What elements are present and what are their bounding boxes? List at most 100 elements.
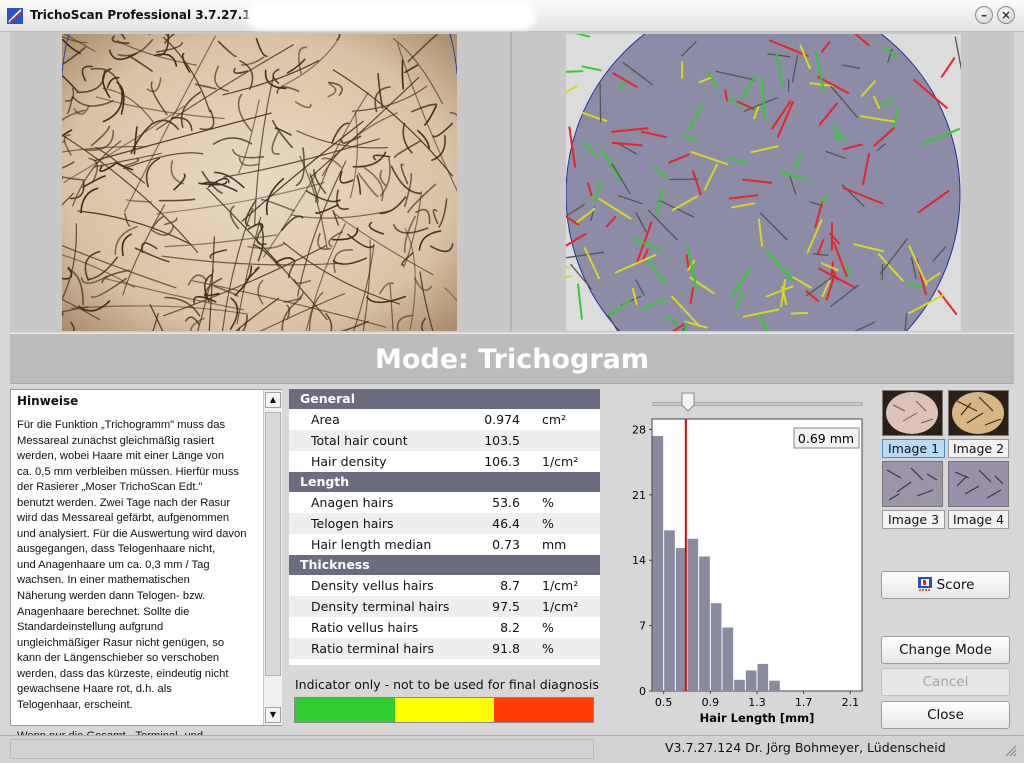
x-tick-label: 1.7 (795, 696, 813, 709)
x-tick-label: 2.1 (842, 696, 860, 709)
redacted-title-region (246, 2, 536, 30)
row-unit: mm (542, 537, 567, 552)
thumbnail-button-3[interactable]: Image 3 (882, 510, 945, 529)
hints-line: Anagenhaare berechnet. Sollte die (17, 605, 190, 618)
hints-line: und Anagenhaare um ca. 0,3 mm / Tag (17, 558, 210, 571)
histogram-bar (664, 530, 675, 691)
hints-line: Standardeinstellung aufgrund (17, 621, 164, 634)
row-label: Hair length median (311, 537, 432, 552)
row-label: Ratio vellus hairs (311, 620, 419, 635)
y-tick-label: 14 (632, 554, 646, 567)
scroll-thumb[interactable] (265, 412, 281, 676)
indicator-label: Indicator only - not to be used for fina… (295, 677, 599, 692)
minimize-button[interactable]: – (975, 6, 993, 24)
scroll-up-button[interactable]: ▲ (265, 392, 281, 408)
hints-line: gewachsene Haare rot, d.h. als (17, 683, 172, 696)
y-tick-label: 28 (632, 423, 646, 436)
title-bar: TrichoScan Professional 3.7.27.12 – × (0, 0, 1024, 32)
histogram-bar (769, 680, 780, 691)
row-unit: % (542, 495, 554, 510)
hair-strand (401, 59, 405, 90)
score-icon (917, 577, 932, 591)
thumbnail-button-1[interactable]: Image 1 (882, 439, 945, 458)
hints-line: wachsen. In einer mathematischen (17, 574, 190, 587)
hints-line: wird das Messareal gefärbt, aufgenommen (17, 512, 230, 525)
length-slider-thumb[interactable] (681, 392, 695, 412)
detected-hair (599, 83, 602, 123)
thumbnail-image-3[interactable] (882, 461, 943, 507)
hints-line: Näherung werden dann Telogen- bzw. (17, 590, 206, 603)
hints-line (17, 713, 265, 729)
hints-scrollbar[interactable]: ▲ ▼ (263, 390, 282, 725)
hints-line: Telogenhaar, erscheint. (17, 698, 133, 711)
histogram-bar (699, 556, 710, 691)
analyzed-scalp-image (566, 34, 961, 331)
resize-grip-icon[interactable] (1004, 744, 1018, 758)
cancel-button[interactable]: Cancel (881, 668, 1010, 696)
histogram-bar (745, 670, 757, 691)
status-text: V3.7.27.124 Dr. Jörg Bohmeyer, Lüdensche… (665, 740, 946, 755)
change-mode-button[interactable]: Change Mode (881, 636, 1010, 664)
close-window-button[interactable]: × (997, 6, 1015, 24)
table-row: Hair length median 0.73 mm (289, 534, 600, 555)
x-axis-label: Hair Length [mm] (700, 711, 815, 725)
mode-banner: Mode: Trichogram (10, 333, 1014, 384)
hints-line: Für die Funktion „Trichogramm" muss das (17, 419, 226, 431)
hints-line: benutzt werden. Zwei Tage nach der Rasur (17, 496, 231, 509)
status-bar: V3.7.27.124 Dr. Jörg Bohmeyer, Lüdensche… (0, 735, 1024, 763)
histogram-bar (722, 627, 734, 691)
hints-line: Messareal zunächst gleichmäßig rasiert (17, 434, 215, 447)
histogram-bar (757, 663, 769, 691)
y-tick-label: 21 (632, 489, 646, 502)
score-label: Score (936, 577, 975, 593)
close-button[interactable]: Close (881, 701, 1010, 729)
row-unit: % (542, 620, 554, 635)
indicator-green (295, 698, 395, 722)
mode-title: Mode: Trichogram (374, 344, 650, 375)
raw-scalp-image (62, 34, 457, 331)
hints-line: werden, wobei Haare mit einer Länge von (17, 450, 225, 463)
thumbnail-image-2[interactable] (948, 390, 1009, 436)
hints-line: der Rasierer „Moser TrichoScan Edt." (17, 481, 203, 494)
row-unit: 1/cm² (542, 599, 579, 614)
score-button[interactable]: Score (881, 571, 1010, 599)
histogram-bar (710, 603, 722, 691)
hints-line: kann der Längenschieber so verschoben (17, 652, 220, 665)
hair-length-histogram: 0 7 14 21 28 0.5 0.9 1.3 1.7 2.1 0.69 mm Hair Le… (632, 418, 863, 725)
thumbnail-button-4[interactable]: Image 4 (948, 510, 1009, 529)
scroll-down-button[interactable]: ▼ (265, 707, 281, 723)
section-header-thickness: Thickness (289, 555, 600, 575)
row-label: Density vellus hairs (311, 578, 434, 593)
y-tick-label: 0 (639, 685, 646, 698)
table-row: Ratio vellus hairs 8.2% (289, 617, 600, 638)
table-row: Area 0.974 cm² (289, 409, 600, 430)
row-label: Anagen hairs (311, 495, 394, 510)
row-label: Hair density (311, 454, 387, 469)
hints-panel: Hinweise Für die Funktion „Trichogramm" … (10, 389, 282, 742)
x-tick-label: 0.5 (655, 696, 673, 709)
hints-text: Für die Funktion „Trichogramm" muss das M… (17, 418, 265, 744)
analyzed-image-pane (512, 32, 1014, 332)
row-value: 97.5 (492, 599, 520, 614)
status-segment (10, 739, 594, 759)
hints-heading: Hinweise (17, 394, 79, 408)
row-label: Area (311, 412, 340, 427)
row-value: 46.4 (492, 516, 520, 531)
row-label: Telogen hairs (311, 516, 394, 531)
section-header-length: Length (289, 472, 600, 492)
x-tick-label: 0.9 (702, 696, 720, 709)
raw-scalp-image-pane (10, 32, 510, 332)
table-row: Total hair count 103.5 (289, 430, 600, 451)
hints-line: ausgegangen, dass Telogenhaare nicht, (17, 543, 216, 556)
y-tick-label: 7 (639, 620, 646, 633)
row-label: Density terminal hairs (311, 599, 450, 614)
section-header-general: General (289, 389, 600, 409)
indicator-yellow (395, 698, 494, 722)
thumbnail-image-1[interactable] (882, 390, 943, 436)
thumbnail-image-4[interactable] (948, 461, 1009, 507)
table-row: Density vellus hairs 8.7 1/cm² (289, 575, 600, 596)
table-row: Anagen hairs 53.6% (289, 492, 600, 513)
thumbnail-button-2[interactable]: Image 2 (948, 439, 1009, 458)
row-value: 8.2 (500, 620, 520, 635)
row-label: Total hair count (311, 433, 408, 448)
